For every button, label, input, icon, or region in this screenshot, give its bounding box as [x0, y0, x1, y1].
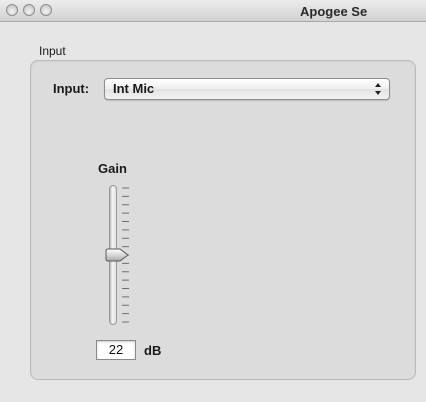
popup-arrows-icon — [375, 83, 381, 95]
apogee-settings-window: Apogee Se Input Input: Int Mic Gain 22 d… — [0, 0, 426, 402]
gain-value-field[interactable]: 22 — [96, 340, 136, 360]
title-bar[interactable]: Apogee Se — [0, 0, 426, 22]
close-window-button[interactable] — [6, 4, 18, 16]
input-group-box — [30, 60, 416, 380]
minimize-window-button[interactable] — [23, 4, 35, 16]
input-popup-value: Int Mic — [113, 81, 155, 96]
window-title: Apogee Se — [300, 4, 368, 19]
zoom-window-button[interactable] — [40, 4, 52, 16]
gain-slider-thumb[interactable] — [104, 248, 130, 262]
input-popup-button[interactable]: Int Mic — [104, 78, 390, 100]
gain-label: Gain — [98, 161, 127, 176]
gain-unit-label: dB — [144, 343, 162, 358]
input-selector-label: Input: — [53, 81, 90, 96]
input-group-label: Input — [39, 44, 66, 58]
